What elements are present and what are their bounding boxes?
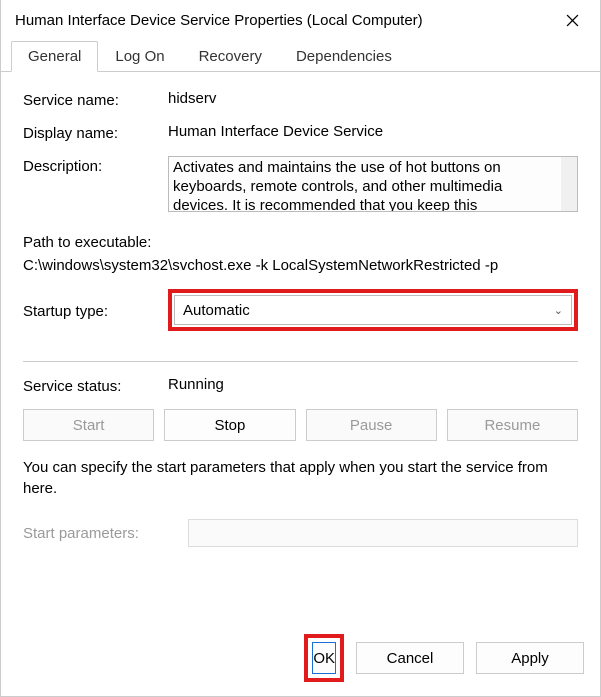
start-params-input: [188, 519, 578, 547]
startup-type-select[interactable]: Automatic ⌄: [174, 295, 572, 325]
ok-button[interactable]: OK: [312, 642, 336, 674]
titlebar: Human Interface Device Service Propertie…: [1, 0, 600, 40]
tab-recovery[interactable]: Recovery: [182, 41, 279, 71]
pause-button: Pause: [306, 409, 437, 441]
description-box: Activates and maintains the use of hot b…: [168, 156, 578, 212]
properties-dialog: Human Interface Device Service Propertie…: [0, 0, 601, 697]
startup-type-label: Startup type:: [23, 301, 168, 320]
service-name-value: hidserv: [168, 90, 578, 107]
tab-logon[interactable]: Log On: [98, 41, 181, 71]
display-name-value: Human Interface Device Service: [168, 123, 578, 140]
tab-general[interactable]: General: [11, 41, 98, 72]
display-name-label: Display name:: [23, 123, 168, 142]
path-label: Path to executable:: [23, 232, 578, 255]
resume-button: Resume: [447, 409, 578, 441]
startup-type-value: Automatic: [183, 302, 250, 319]
start-button: Start: [23, 409, 154, 441]
service-name-label: Service name:: [23, 90, 168, 109]
startup-type-highlight: Automatic ⌄: [168, 289, 578, 331]
apply-button[interactable]: Apply: [476, 642, 584, 674]
path-value: C:\windows\system32\svchost.exe -k Local…: [23, 255, 578, 278]
start-params-label: Start parameters:: [23, 525, 188, 542]
service-control-buttons: Start Stop Pause Resume: [23, 409, 578, 441]
description-scrollbar[interactable]: [561, 157, 577, 211]
tab-content-general: Service name: hidserv Display name: Huma…: [1, 72, 600, 624]
dialog-footer: OK Cancel Apply: [1, 624, 600, 696]
description-text: Activates and maintains the use of hot b…: [169, 157, 561, 211]
window-title: Human Interface Device Service Propertie…: [15, 12, 552, 29]
chevron-down-icon: ⌄: [554, 304, 563, 317]
tab-bar: General Log On Recovery Dependencies: [1, 40, 600, 72]
close-button[interactable]: [552, 4, 592, 36]
close-icon: [566, 14, 579, 27]
ok-highlight: OK: [304, 634, 344, 682]
service-status-value: Running: [168, 376, 578, 393]
cancel-button[interactable]: Cancel: [356, 642, 464, 674]
description-label: Description:: [23, 156, 168, 175]
tab-dependencies[interactable]: Dependencies: [279, 41, 409, 71]
divider: [23, 361, 578, 362]
service-status-label: Service status:: [23, 376, 168, 395]
stop-button[interactable]: Stop: [164, 409, 295, 441]
path-block: Path to executable: C:\windows\system32\…: [23, 232, 578, 277]
start-params-hint: You can specify the start parameters tha…: [23, 457, 578, 499]
